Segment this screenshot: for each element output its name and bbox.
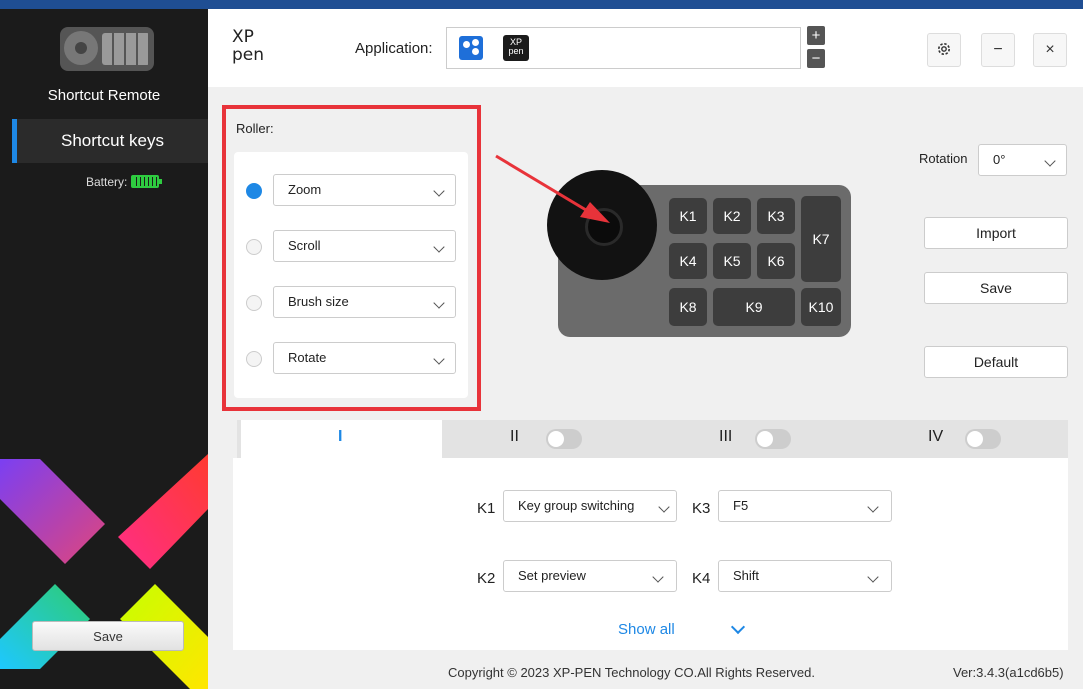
chevron-down-icon <box>652 571 664 583</box>
roller-select-value: Zoom <box>288 182 322 197</box>
device-key-k6[interactable]: K6 <box>757 243 795 279</box>
default-button[interactable]: Default <box>924 346 1068 378</box>
roller-title: Roller: <box>236 121 274 136</box>
key-select-k2[interactable]: Set preview <box>503 560 677 592</box>
close-button[interactable]: × <box>1033 33 1067 67</box>
tab-iv-label[interactable]: IV <box>928 428 943 446</box>
tab-iv-toggle[interactable] <box>965 429 1001 449</box>
roller-select-value: Brush size <box>288 294 349 309</box>
roller-select-scroll[interactable]: Scroll <box>273 230 456 262</box>
roller-option-row: Brush size <box>234 286 468 320</box>
sidebar-save-button[interactable]: Save <box>32 621 184 651</box>
roller-radio-brush-size[interactable] <box>246 295 262 311</box>
application-add-remove: + − <box>807 26 827 72</box>
key-label-k1: K1 <box>477 500 496 517</box>
rotation-label: Rotation <box>919 151 968 166</box>
tab-i-label[interactable]: I <box>338 428 342 446</box>
key-select-value: Key group switching <box>518 498 635 513</box>
device-key-k10[interactable]: K10 <box>801 288 841 326</box>
roller-radio-zoom[interactable] <box>246 183 262 199</box>
application-list[interactable]: XP pen <box>446 27 801 69</box>
svg-text:XP: XP <box>232 27 254 47</box>
xp-pen-app-icon[interactable]: XP pen <box>503 35 529 61</box>
roller-option-row: Rotate <box>234 342 468 376</box>
gear-icon <box>938 43 950 55</box>
device-key-k1[interactable]: K1 <box>669 198 707 234</box>
chevron-down-icon <box>433 241 445 253</box>
device-thumbnail-keys <box>102 33 150 65</box>
device-key-k4[interactable]: K4 <box>669 243 707 279</box>
application-label: Application: <box>355 40 433 57</box>
minimize-button[interactable]: − <box>981 33 1015 67</box>
chevron-down-icon <box>1044 155 1056 167</box>
key-label-k3: K3 <box>692 500 711 517</box>
chevron-down-icon <box>433 185 445 197</box>
device-key-k5[interactable]: K5 <box>713 243 751 279</box>
battery-status: Battery: <box>86 175 163 189</box>
sidebar: Shortcut Remote Shortcut keys Battery: S… <box>0 9 208 689</box>
key-select-value: F5 <box>733 498 749 513</box>
device-thumbnail-wheel <box>64 31 98 65</box>
sidebar-item-shortcut-keys[interactable]: Shortcut keys <box>12 119 208 163</box>
roller-option-row: Scroll <box>234 230 468 264</box>
key-select-k4[interactable]: Shift <box>718 560 892 592</box>
settings-button[interactable] <box>927 33 961 67</box>
device-name: Shortcut Remote <box>47 87 161 104</box>
show-all-link[interactable]: Show all <box>618 621 675 638</box>
device-key-k3[interactable]: K3 <box>757 198 795 234</box>
roller-radio-scroll[interactable] <box>246 239 262 255</box>
save-button[interactable]: Save <box>924 272 1068 304</box>
device-thumbnail[interactable] <box>60 27 154 71</box>
rotation-value: 0° <box>993 152 1006 167</box>
tab-ii-label[interactable]: II <box>510 428 519 446</box>
tab-ii-toggle[interactable] <box>546 429 582 449</box>
key-label-k2: K2 <box>477 570 496 587</box>
import-button[interactable]: Import <box>924 217 1068 249</box>
chevron-down-icon <box>867 571 879 583</box>
roller-select-rotate[interactable]: Rotate <box>273 342 456 374</box>
roller-options-card: Zoom Scroll Brush size Rotate <box>234 152 468 398</box>
version-text: Ver:3.4.3(a1cd6b5) <box>953 665 1064 680</box>
roller-select-value: Rotate <box>288 350 327 365</box>
chevron-down-icon <box>433 353 445 365</box>
remove-application-button[interactable]: − <box>807 49 825 68</box>
key-select-value: Shift <box>733 568 760 583</box>
device-key-k7[interactable]: K7 <box>801 196 841 282</box>
chevron-down-icon <box>658 501 670 513</box>
roller-option-row: Zoom <box>234 174 468 208</box>
rotation-select[interactable]: 0° <box>978 144 1067 176</box>
device-key-k9[interactable]: K9 <box>713 288 795 326</box>
header-bar: XP pen Application: XP pen + − − × <box>208 9 1083 87</box>
svg-text:pen: pen <box>232 45 264 65</box>
window-top-border <box>0 0 1083 9</box>
chevron-down-icon <box>867 501 879 513</box>
device-key-k2[interactable]: K2 <box>713 198 751 234</box>
key-select-value: Set preview <box>518 568 586 583</box>
add-application-button[interactable]: + <box>807 26 825 45</box>
roller-select-brush-size[interactable]: Brush size <box>273 286 456 318</box>
roller-select-zoom[interactable]: Zoom <box>273 174 456 206</box>
xp-pen-logo: XP pen <box>232 27 264 65</box>
tab-iii-toggle[interactable] <box>755 429 791 449</box>
all-apps-icon[interactable] <box>459 36 483 60</box>
key-select-k3[interactable]: F5 <box>718 490 892 522</box>
key-label-k4: K4 <box>692 570 711 587</box>
device-key-k8[interactable]: K8 <box>669 288 707 326</box>
copyright-text: Copyright © 2023 XP-PEN Technology CO.Al… <box>448 665 816 680</box>
roller-radio-rotate[interactable] <box>246 351 262 367</box>
red-pointer-arrow <box>495 154 610 223</box>
key-select-k1[interactable]: Key group switching <box>503 490 677 522</box>
roller-select-value: Scroll <box>288 238 321 253</box>
tab-iii-label[interactable]: III <box>719 428 732 446</box>
battery-label: Battery: <box>86 175 128 189</box>
battery-icon <box>131 175 163 188</box>
chevron-down-icon <box>433 297 445 309</box>
